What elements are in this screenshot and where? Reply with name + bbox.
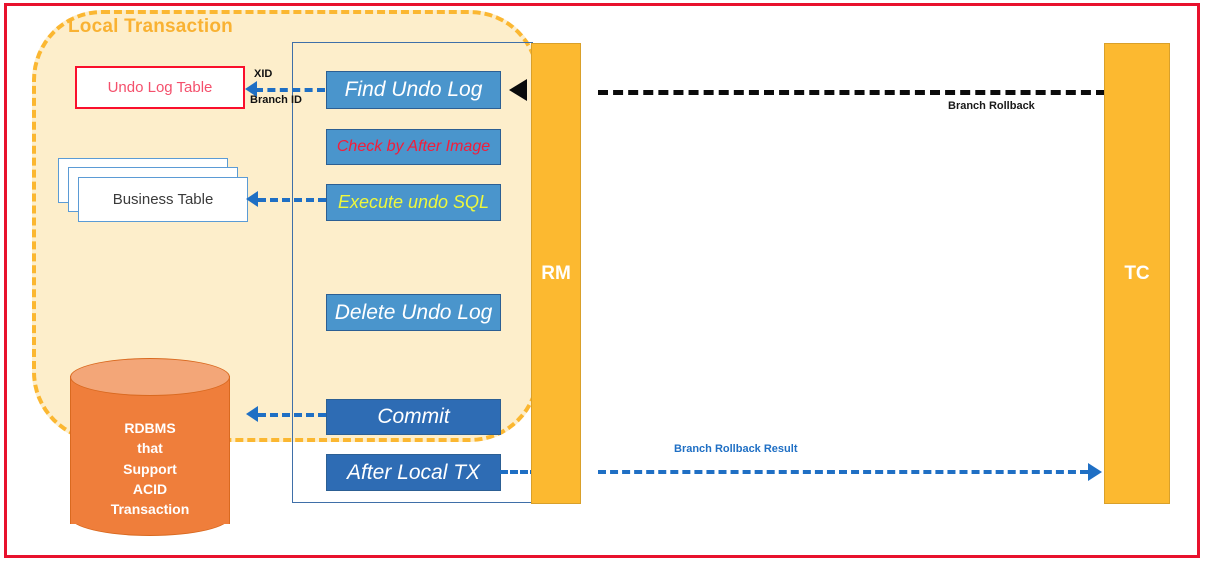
action-delete-undo-log-label: Delete Undo Log: [334, 300, 493, 324]
action-execute-undo-sql-label: Execute undo SQL: [337, 192, 490, 212]
arrowhead-branch-rollback-result-icon: [1088, 463, 1102, 481]
xid-label: XID: [254, 68, 273, 80]
undo-log-table: Undo Log Table: [75, 66, 245, 109]
rdbms-label: RDBMS that Support ACID Transaction: [70, 418, 230, 519]
diagram-canvas: Local Transaction Undo Log Table XID Bra…: [0, 0, 1207, 564]
business-table-front: Business Table: [78, 177, 248, 222]
lane-tc-label: TC: [1124, 262, 1150, 284]
action-check-after-image[interactable]: Check by After Image: [326, 129, 501, 165]
connector-exec-to-business: [258, 198, 326, 202]
connector-branch-rollback-result: [598, 470, 1088, 474]
lane-rm: RM: [531, 43, 581, 504]
action-execute-undo-sql[interactable]: Execute undo SQL: [326, 184, 501, 221]
lane-rm-label: RM: [541, 262, 571, 284]
action-find-undo-log[interactable]: Find Undo Log: [326, 71, 501, 109]
cylinder-top: [70, 358, 230, 396]
action-commit[interactable]: Commit: [326, 399, 501, 435]
arrowhead-rdbms-icon: [246, 406, 258, 422]
arrowhead-branch-rollback-icon: [509, 79, 527, 101]
action-after-local-tx-label: After Local TX: [346, 460, 481, 484]
rdbms-line-1: RDBMS: [124, 420, 176, 436]
action-after-local-tx[interactable]: After Local TX: [326, 454, 501, 491]
branch-rollback-result-label: Branch Rollback Result: [674, 443, 798, 455]
local-transaction-label: Local Transaction: [68, 16, 233, 37]
rdbms-line-3: Support: [123, 460, 177, 477]
connector-commit-to-rdbms: [258, 413, 326, 417]
connector-find-to-undolog: [255, 88, 325, 92]
business-table-label: Business Table: [112, 191, 214, 208]
arrowhead-business-icon: [246, 191, 258, 207]
connector-branch-rollback: [598, 90, 1106, 95]
rdbms-line-2: that: [137, 440, 163, 457]
action-commit-label: Commit: [377, 405, 450, 428]
arrowhead-undolog-icon: [245, 81, 257, 97]
rdbms-line-5: Transaction: [110, 501, 190, 518]
action-check-after-image-label: Check by After Image: [336, 138, 491, 155]
business-table-stack: Business Table: [58, 158, 258, 236]
rdbms-cylinder: RDBMS that Support ACID Transaction: [70, 358, 230, 543]
action-delete-undo-log[interactable]: Delete Undo Log: [326, 294, 501, 331]
branch-rollback-label: Branch Rollback: [948, 100, 1035, 112]
action-find-undo-log-label: Find Undo Log: [344, 78, 483, 101]
undo-log-table-label: Undo Log Table: [107, 79, 213, 96]
lane-tc: TC: [1104, 43, 1170, 504]
branch-id-label: Branch ID: [250, 94, 302, 106]
rdbms-line-4: ACID: [132, 480, 168, 497]
